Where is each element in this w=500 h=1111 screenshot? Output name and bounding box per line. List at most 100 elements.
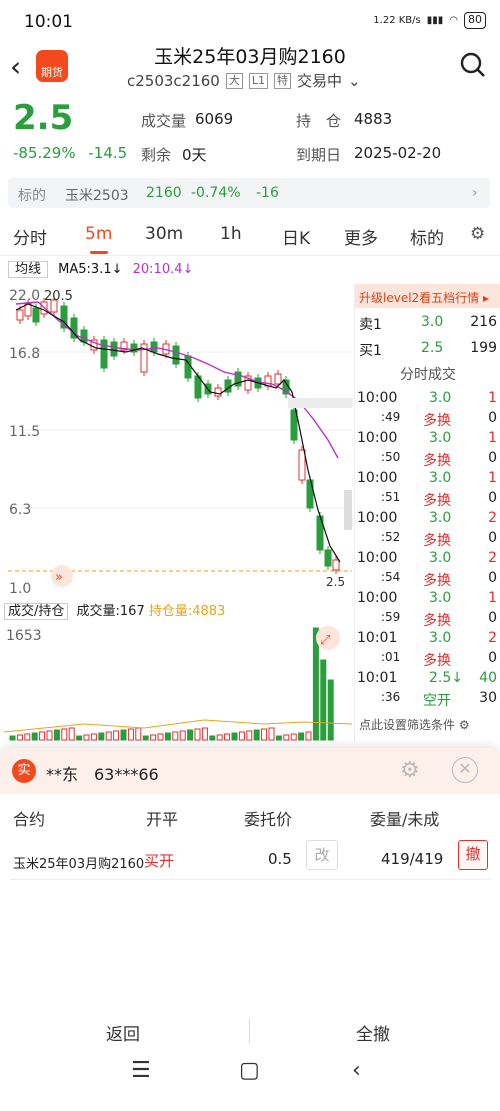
tab-5m[interactable]: 5m: [85, 224, 112, 244]
footer-divider: [249, 1018, 250, 1044]
tab-1h[interactable]: 1h: [220, 224, 242, 244]
volume-bar: [209, 735, 216, 741]
volume-bar: [135, 727, 142, 741]
tick-oi-change: 0: [488, 450, 497, 466]
tick-price: 3.0: [429, 590, 452, 606]
candle-body: [298, 449, 306, 481]
order-book-panel: 升级level2看五档行情 ▸ 卖1 3.0 216 买1 2.5 199 分时…: [354, 284, 500, 742]
signal-icon: ▮▮▮: [426, 15, 444, 26]
vol-select[interactable]: 成交/持仓: [4, 603, 69, 620]
kline-chart[interactable]: 22.0 16.8 11.5 6.3 1.0 20.5 2.5 »: [8, 280, 352, 600]
candle-body: [172, 345, 180, 365]
tick-time: 10:00: [357, 590, 398, 606]
tick-kind: 多换: [423, 413, 451, 429]
volume-bar: [283, 734, 290, 741]
tab-more[interactable]: 更多: [344, 224, 378, 249]
search-icon[interactable]: [460, 52, 486, 78]
gear-icon[interactable]: ⚙: [470, 224, 485, 244]
volume-bar: [142, 735, 149, 741]
volume-bar: [157, 733, 164, 741]
tick-price: 2.5↓: [429, 670, 463, 686]
volume-bar: [68, 727, 75, 741]
cancel-all-button[interactable]: 全撤: [356, 1020, 390, 1045]
home-icon[interactable]: ▢: [239, 1058, 260, 1083]
tick-oi-change: 0: [488, 530, 497, 546]
col-price: 委托价: [244, 810, 293, 829]
volume-bar: [39, 731, 46, 741]
col-contract: 合约: [13, 810, 46, 829]
underlying-pct: -0.74%: [191, 185, 241, 201]
tag-te: 特: [273, 72, 291, 89]
ma20-label: 20:10.4↓: [132, 262, 194, 277]
volume-bar: [238, 731, 245, 741]
last-price-label: 2.5: [326, 575, 345, 589]
account-id: **东 63***66: [46, 765, 159, 784]
price-change: -85.29% -14.5: [13, 144, 127, 162]
tick-qty: 2: [488, 550, 497, 566]
volume-bar: [76, 735, 83, 741]
volume-bar: [253, 729, 260, 741]
underlying-bar[interactable]: 标的 玉米2503 2160 -0.74% -16 ›: [8, 178, 490, 208]
tick-kind: 空开: [423, 693, 451, 709]
nav-back-icon[interactable]: ‹: [352, 1058, 361, 1083]
tick-oi-change: 0: [488, 650, 497, 666]
trade-state: 交易中: [296, 72, 342, 90]
row-side: 买开: [144, 852, 175, 870]
tab-fenshi[interactable]: 分时: [13, 224, 47, 249]
volume-bar: [53, 729, 60, 741]
level2-banner[interactable]: 升级level2看五档行情 ▸: [355, 284, 500, 308]
wifi-icon: ◠: [449, 15, 458, 26]
tab-daily-k[interactable]: 日K: [282, 224, 310, 249]
sheet-header: 实 **东 63***66 ⚙ ✕: [0, 748, 500, 794]
contract-subtitle[interactable]: c2503c2160 大 L1 特 交易中 ⌄: [127, 70, 361, 91]
underlying-name: 玉米2503: [65, 188, 129, 204]
volume-bar: [98, 732, 105, 741]
volume-bar: [201, 727, 208, 741]
net-speed: 1.22 KB/s: [373, 15, 421, 26]
volume-bar: [113, 730, 120, 741]
contract-title: 玉米25年03月购2160: [154, 46, 346, 68]
candle-body: [274, 373, 282, 385]
tab-underlying[interactable]: 标的: [410, 224, 444, 249]
volume-bar: [127, 728, 134, 741]
back-button[interactable]: 返回: [106, 1020, 140, 1045]
expand-icon: ⤢: [320, 633, 330, 648]
oi-text: 持仓量:4883: [148, 604, 226, 619]
candle-body: [16, 309, 24, 321]
volume-bar: [179, 730, 186, 741]
volume-chart: 1653 ⤢: [4, 626, 352, 741]
volume-bar: [194, 728, 201, 741]
account-badge: 实: [12, 759, 36, 783]
candle-body: [184, 355, 192, 379]
volume-bar: [16, 734, 23, 741]
tick-qty: 2: [488, 630, 497, 646]
y-tick-3: 6.3: [9, 502, 31, 518]
ask-price: 3.0: [421, 314, 444, 330]
expire-label: 到期日: [296, 146, 342, 164]
tick-second: :01: [381, 650, 401, 664]
ask-label: 卖1: [359, 317, 382, 333]
last-price: 2.5: [13, 98, 74, 138]
tick-price: 3.0: [429, 390, 452, 406]
menu-icon[interactable]: ☰: [131, 1058, 151, 1083]
volume-bar: [320, 659, 327, 741]
ask-qty: 216: [470, 314, 497, 330]
tick-oi-change: 0: [488, 610, 497, 626]
filter-link[interactable]: 点此设置筛选条件 ⚙: [355, 716, 500, 733]
close-icon[interactable]: ✕: [452, 757, 478, 783]
candle-body: [290, 409, 298, 441]
amend-button[interactable]: 改: [306, 840, 338, 870]
candle-body: [80, 329, 88, 343]
ma-select[interactable]: 均线: [8, 261, 49, 278]
col-qty: 委量/未成: [370, 810, 440, 829]
cancel-button[interactable]: 撤: [458, 840, 488, 870]
ma5-label: MA5:3.1↓: [58, 262, 123, 277]
candle-body: [150, 341, 158, 353]
tab-30m[interactable]: 30m: [145, 224, 183, 244]
bid-label: 买1: [359, 343, 382, 359]
volume-bar: [275, 735, 282, 741]
status-bar: 10:01 1.22 KB/s ▮▮▮ ◠ 80: [0, 0, 500, 44]
volume-bar: [216, 734, 223, 741]
volume-bar: [164, 732, 171, 741]
gear-icon[interactable]: ⚙: [400, 758, 420, 783]
